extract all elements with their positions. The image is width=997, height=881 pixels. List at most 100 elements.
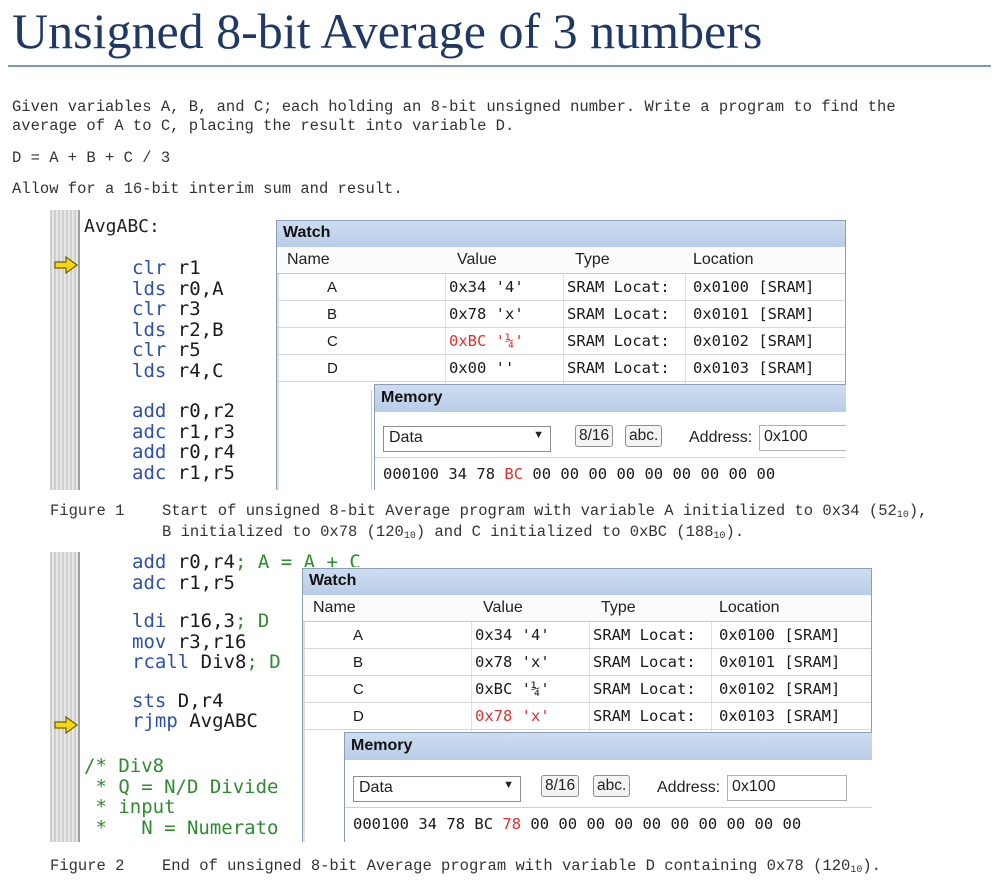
memory-byte[interactable]: 00 xyxy=(616,465,635,483)
figure-1-screenshot: AvgABC: clr r1 lds r0,A clr r3 lds r2,B clr … xyxy=(46,210,846,490)
watch-row[interactable] xyxy=(303,675,871,676)
col-value[interactable]: Value xyxy=(483,599,523,617)
col-name[interactable]: Name xyxy=(313,599,356,617)
memory-byte[interactable]: 34 xyxy=(448,465,467,483)
col-value[interactable]: Value xyxy=(457,251,497,269)
col-type[interactable]: Type xyxy=(601,599,636,617)
word-size-button[interactable]: 8/16 xyxy=(541,775,580,797)
memory-byte[interactable]: 78 xyxy=(446,815,465,833)
code-args: r4,C xyxy=(177,359,224,382)
watch-row[interactable] xyxy=(303,648,871,649)
memory-byte[interactable]: 00 xyxy=(558,815,577,833)
watch-value[interactable]: 0x78 'x' xyxy=(449,305,524,323)
col-location[interactable]: Location xyxy=(719,599,780,617)
current-line-arrow-icon xyxy=(54,716,78,734)
chevron-down-icon: ▼ xyxy=(533,429,544,441)
watch-value[interactable]: 0xBC '¼' xyxy=(449,332,524,350)
code-args: r0,r4 xyxy=(177,441,235,463)
code-line: lds r0,A xyxy=(132,278,235,300)
page-title: Unsigned 8-bit Average of 3 numbers xyxy=(12,3,763,59)
code-line: adc r1,r3 xyxy=(132,420,235,443)
ascii-button[interactable]: abc. xyxy=(593,775,631,797)
watch-value[interactable]: 0x78 'x' xyxy=(475,707,550,725)
code-op: adc xyxy=(132,571,167,594)
watch-value[interactable]: 0x34 '4' xyxy=(475,626,550,644)
watch-location: 0x0100 [SRAM] xyxy=(693,278,815,296)
memory-byte[interactable]: 00 xyxy=(614,815,633,833)
memory-byte[interactable]: 34 xyxy=(418,815,437,833)
memory-byte[interactable]: 00 xyxy=(672,465,691,483)
col-type[interactable]: Type xyxy=(575,251,610,269)
memory-byte[interactable]: BC xyxy=(474,815,493,833)
figure-1-number: Figure 1 xyxy=(50,502,125,520)
memory-byte[interactable]: 00 xyxy=(644,465,663,483)
intro-line-2: average of A to C, placing the result in… xyxy=(12,117,515,135)
memory-byte[interactable]: 00 xyxy=(755,815,774,833)
editor-gutter xyxy=(50,210,79,490)
memory-byte[interactable]: BC xyxy=(504,465,523,483)
ascii-button[interactable]: abc. xyxy=(625,425,663,447)
memory-space-select[interactable]: Data ▼ xyxy=(383,426,551,452)
code-label: AvgABC: xyxy=(84,216,160,237)
code-op: mov xyxy=(132,630,167,653)
watch-value[interactable]: 0x34 '4' xyxy=(449,278,524,296)
memory-byte[interactable]: 00 xyxy=(530,815,549,833)
memory-byte[interactable]: 00 xyxy=(783,815,802,833)
code-op: clr xyxy=(132,298,167,320)
watch-row[interactable] xyxy=(303,702,871,703)
watch-row[interactable] xyxy=(277,354,845,355)
memory-address: 000100 xyxy=(353,815,409,833)
memory-byte[interactable]: 00 xyxy=(532,465,551,483)
watch-row[interactable] xyxy=(303,729,871,730)
watch-location: 0x0101 [SRAM] xyxy=(719,653,841,671)
memory-byte[interactable]: 00 xyxy=(642,815,661,833)
watch-location: 0x0102 [SRAM] xyxy=(719,680,841,698)
watch-value[interactable]: 0x78 'x' xyxy=(475,653,550,671)
code-args: AvgABC xyxy=(189,710,258,732)
code-line: clr r5 xyxy=(132,340,235,361)
code-args: r1,r3 xyxy=(177,420,235,443)
memory-byte[interactable]: 00 xyxy=(670,815,689,833)
code-op: add xyxy=(132,552,167,573)
memory-byte[interactable]: 00 xyxy=(757,465,776,483)
comment-line: * input xyxy=(84,796,176,818)
memory-space-select[interactable]: Data ▼ xyxy=(353,776,521,802)
code-comment: ; D xyxy=(234,610,270,632)
memory-byte[interactable]: 00 xyxy=(700,465,719,483)
code-args: r1,r5 xyxy=(177,571,235,594)
code-op: add xyxy=(132,441,167,463)
code-args: r0,r2 xyxy=(177,400,235,422)
col-name[interactable]: Name xyxy=(287,251,330,269)
comment-line: * Q = N/D Divide xyxy=(84,775,279,798)
address-input[interactable]: 0x100 xyxy=(727,775,847,801)
watch-name: C xyxy=(353,681,364,698)
watch-location: 0x0102 [SRAM] xyxy=(693,332,815,350)
memory-byte[interactable]: 78 xyxy=(476,465,495,483)
watch-row[interactable] xyxy=(277,381,845,382)
code-line: clr r1 xyxy=(132,258,235,279)
watch-type: SRAM Locat: xyxy=(593,680,696,698)
watch-name: D xyxy=(353,708,364,725)
memory-byte[interactable]: 00 xyxy=(727,815,746,833)
memory-byte[interactable]: 00 xyxy=(586,815,605,833)
memory-byte[interactable]: 00 xyxy=(699,815,718,833)
memory-title: Memory xyxy=(345,733,872,760)
memory-window: Memory Data ▼ 8/16 abc. Address: 0x100 0… xyxy=(374,384,846,490)
watch-row[interactable] xyxy=(277,300,845,301)
word-size-button[interactable]: 8/16 xyxy=(575,425,614,447)
watch-type: SRAM Locat: xyxy=(593,626,696,644)
memory-byte[interactable]: 00 xyxy=(560,465,579,483)
memory-byte[interactable]: 78 xyxy=(502,815,521,833)
col-location[interactable]: Location xyxy=(693,251,754,269)
address-input[interactable]: 0x100 xyxy=(759,425,846,451)
memory-byte[interactable]: 00 xyxy=(588,465,607,483)
memory-byte[interactable]: 00 xyxy=(729,465,748,483)
watch-value[interactable]: 0xBC '¼' xyxy=(475,680,550,698)
code-args: r3 xyxy=(177,298,201,320)
figure-2-number: Figure 2 xyxy=(50,857,125,875)
code-args: r3,r16 xyxy=(177,630,247,653)
watch-location: 0x0101 [SRAM] xyxy=(693,305,815,323)
watch-value[interactable]: 0x00 '' xyxy=(449,359,514,377)
watch-row[interactable] xyxy=(277,327,845,328)
code-args: r16,3 xyxy=(177,610,235,632)
